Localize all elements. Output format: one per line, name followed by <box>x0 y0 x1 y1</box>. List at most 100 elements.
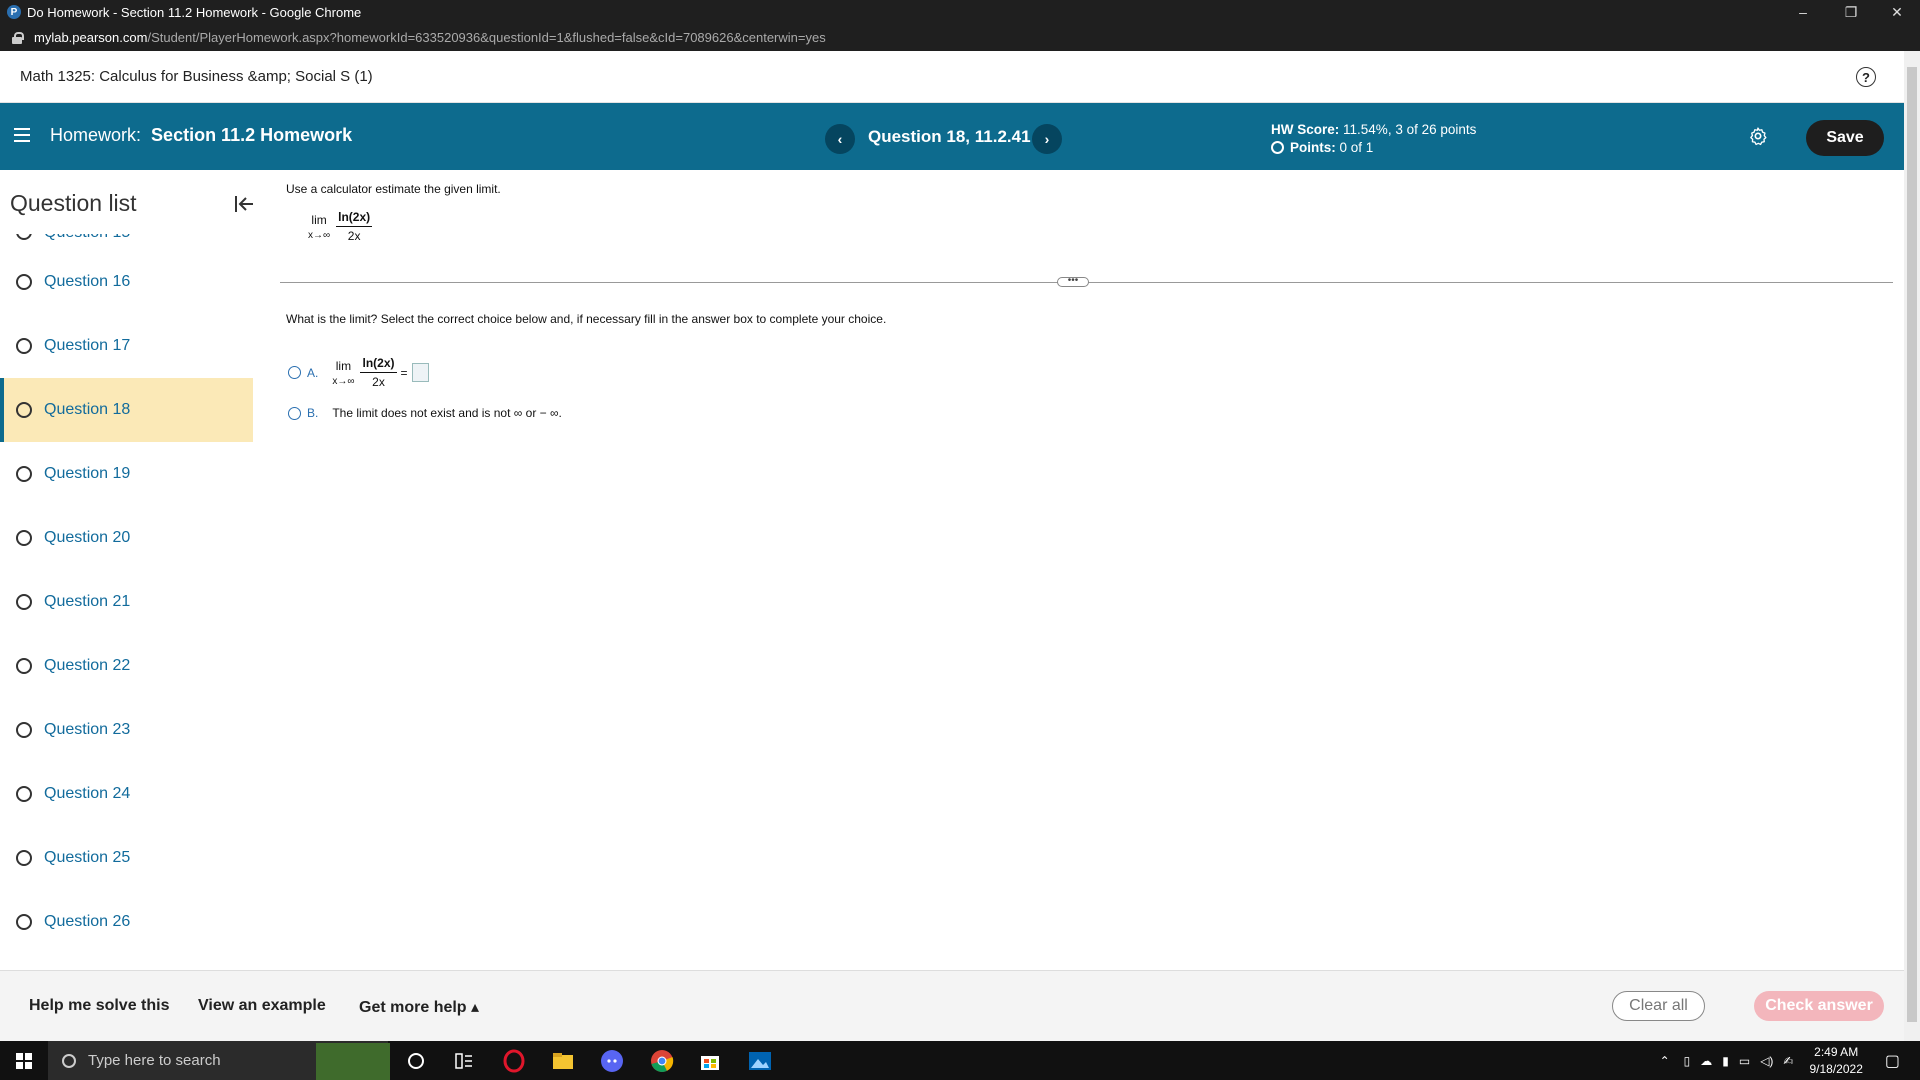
question-status-circle-icon <box>16 466 32 482</box>
question-list-item[interactable]: Question 25 <box>0 826 253 890</box>
question-status-circle-icon <box>16 658 32 674</box>
question-content: Use a calculator estimate the given limi… <box>268 170 1904 970</box>
question-list-title: Question list <box>10 190 137 216</box>
fraction-denominator: 2x <box>372 375 385 389</box>
settings-gear-icon[interactable] <box>1748 126 1768 146</box>
save-button[interactable]: Save <box>1806 120 1884 156</box>
file-explorer-icon[interactable] <box>551 1049 575 1073</box>
onedrive-icon[interactable]: ☁ <box>1700 1054 1712 1068</box>
choice-a-radio[interactable] <box>288 366 301 379</box>
limit-operator: lim x→∞ <box>308 213 330 241</box>
score-label: HW Score: <box>1271 122 1340 137</box>
score-value: 11.54%, 3 of 26 points <box>1343 122 1477 137</box>
current-question-label: Question 18, 11.2.41 <box>868 127 1031 146</box>
search-icon <box>62 1053 76 1068</box>
question-list-item-label: Question 22 <box>44 657 131 674</box>
question-list-item-label: Question 26 <box>44 913 131 930</box>
question-list-item[interactable]: Question 18 <box>0 378 253 442</box>
discord-icon[interactable] <box>600 1049 624 1073</box>
question-list-item[interactable]: Question 24 <box>0 762 253 826</box>
question-status-circle-icon <box>16 338 32 354</box>
choice-a-letter: A. <box>307 365 319 380</box>
help-footer: Help me solve this View an example Get m… <box>0 970 1904 1041</box>
lock-icon <box>12 31 24 44</box>
course-title: Math 1325: Calculus for Business &amp; S… <box>20 68 373 85</box>
windows-start-icon[interactable] <box>16 1053 32 1069</box>
get-more-help-button[interactable]: Get more help ▴ <box>359 997 479 1017</box>
minimize-button[interactable]: – <box>1780 0 1826 24</box>
choice-a[interactable]: A. lim x→∞ ln(2x) 2x = <box>288 356 429 389</box>
question-list-item-label: Question 20 <box>44 529 131 546</box>
hamburger-menu-icon[interactable] <box>14 128 30 142</box>
choice-a-limit-operator: lim x→∞ <box>332 359 354 387</box>
view-example-button[interactable]: View an example <box>198 997 326 1015</box>
tray-chevron-icon[interactable]: ⌃ <box>1660 1054 1670 1068</box>
homework-label: Homework: <box>50 125 142 145</box>
opera-icon[interactable] <box>502 1049 526 1073</box>
lim-subscript: x→∞ <box>332 375 355 387</box>
question-status-circle-icon <box>16 530 32 546</box>
question-list-panel: Question 15Question 16Question 17Questio… <box>0 170 253 970</box>
cortana-icon[interactable] <box>404 1049 428 1073</box>
next-question-button[interactable]: › <box>1032 124 1062 154</box>
question-status-circle-icon <box>16 850 32 866</box>
question-list-item[interactable]: Question 23 <box>0 698 253 762</box>
check-answer-button[interactable]: Check answer <box>1754 991 1884 1021</box>
question-status-circle-icon <box>16 914 32 930</box>
browser-title-bar: P Do Homework - Section 11.2 Homework - … <box>0 0 1920 24</box>
answer-input-box[interactable] <box>411 363 429 382</box>
store-icon[interactable] <box>698 1049 722 1073</box>
photos-icon[interactable] <box>748 1049 772 1073</box>
task-view-icon[interactable] <box>452 1049 476 1073</box>
question-status-circle-icon <box>16 786 32 802</box>
network-icon[interactable]: ▭ <box>1739 1054 1750 1068</box>
limit-fraction: ln(2x) 2x <box>336 210 373 243</box>
clear-all-button[interactable]: Clear all <box>1612 991 1705 1021</box>
question-list-item[interactable]: Question 22 <box>0 634 253 698</box>
divider-drag-handle[interactable]: ••• <box>1057 276 1089 287</box>
clock-time: 2:49 AM <box>1814 1044 1859 1059</box>
url-host: mylab.pearson.com <box>34 30 148 45</box>
chrome-icon[interactable] <box>650 1049 674 1073</box>
microphone-icon[interactable]: ▮ <box>1722 1054 1729 1068</box>
question-list: Question 15Question 16Question 17Questio… <box>0 224 253 954</box>
question-list-item[interactable]: Question 26 <box>0 890 253 954</box>
choice-b-letter: B. <box>307 406 319 420</box>
taskbar-clock[interactable]: 2:49 AM 9/18/2022 <box>1809 1044 1862 1078</box>
choice-b[interactable]: B. The limit does not exist and is not ∞… <box>288 406 562 420</box>
question-status-circle-icon <box>16 274 32 290</box>
fraction-numerator: ln(2x) <box>336 210 373 227</box>
pen-icon[interactable]: ✍ <box>1783 1054 1793 1068</box>
previous-question-button[interactable]: ‹ <box>825 124 855 154</box>
question-list-item[interactable]: Question 20 <box>0 506 253 570</box>
question-list-item-label: Question 16 <box>44 273 131 290</box>
url-path: /Student/PlayerHomework.aspx?homeworkId=… <box>147 30 826 45</box>
question-list-item[interactable]: Question 17 <box>0 314 253 378</box>
tray-device-icon[interactable]: ▯ <box>1684 1054 1691 1068</box>
choice-b-radio[interactable] <box>288 406 301 420</box>
close-window-button[interactable]: ✕ <box>1874 0 1920 24</box>
search-placeholder: Type here to search <box>88 1052 221 1069</box>
help-icon[interactable]: ? <box>1856 67 1876 87</box>
question-list-item[interactable]: Question 21 <box>0 570 253 634</box>
notifications-icon[interactable]: ▢ <box>1885 1051 1900 1071</box>
question-status-circle-icon <box>16 402 32 418</box>
question-list-item[interactable]: Question 19 <box>0 442 253 506</box>
collapse-panel-icon[interactable] <box>234 194 253 214</box>
question-instructions: What is the limit? Select the correct ch… <box>286 312 887 326</box>
question-list-item[interactable]: Question 16 <box>0 250 253 314</box>
page-scrollbar[interactable] <box>1904 51 1920 1041</box>
volume-icon[interactable]: ◁) <box>1760 1054 1773 1068</box>
question-list-item-label: Question 18 <box>44 401 131 418</box>
question-list-item-label: Question 21 <box>44 593 131 610</box>
bamboo-widget-icon[interactable] <box>316 1043 390 1080</box>
homework-title: Homework: Section 11.2 Homework <box>50 125 352 146</box>
hw-score: HW Score: 11.54%, 3 of 26 points Points:… <box>1271 121 1476 157</box>
question-status-circle-icon <box>16 594 32 610</box>
question-list-item-label: Question 17 <box>44 337 131 354</box>
address-bar[interactable]: mylab.pearson.com/Student/PlayerHomework… <box>0 24 1920 51</box>
restore-button[interactable]: ❐ <box>1828 0 1874 24</box>
help-me-solve-button[interactable]: Help me solve this <box>29 997 170 1015</box>
page-scrollbar-thumb[interactable] <box>1907 67 1917 1022</box>
question-list-item-label: Question 23 <box>44 721 131 738</box>
